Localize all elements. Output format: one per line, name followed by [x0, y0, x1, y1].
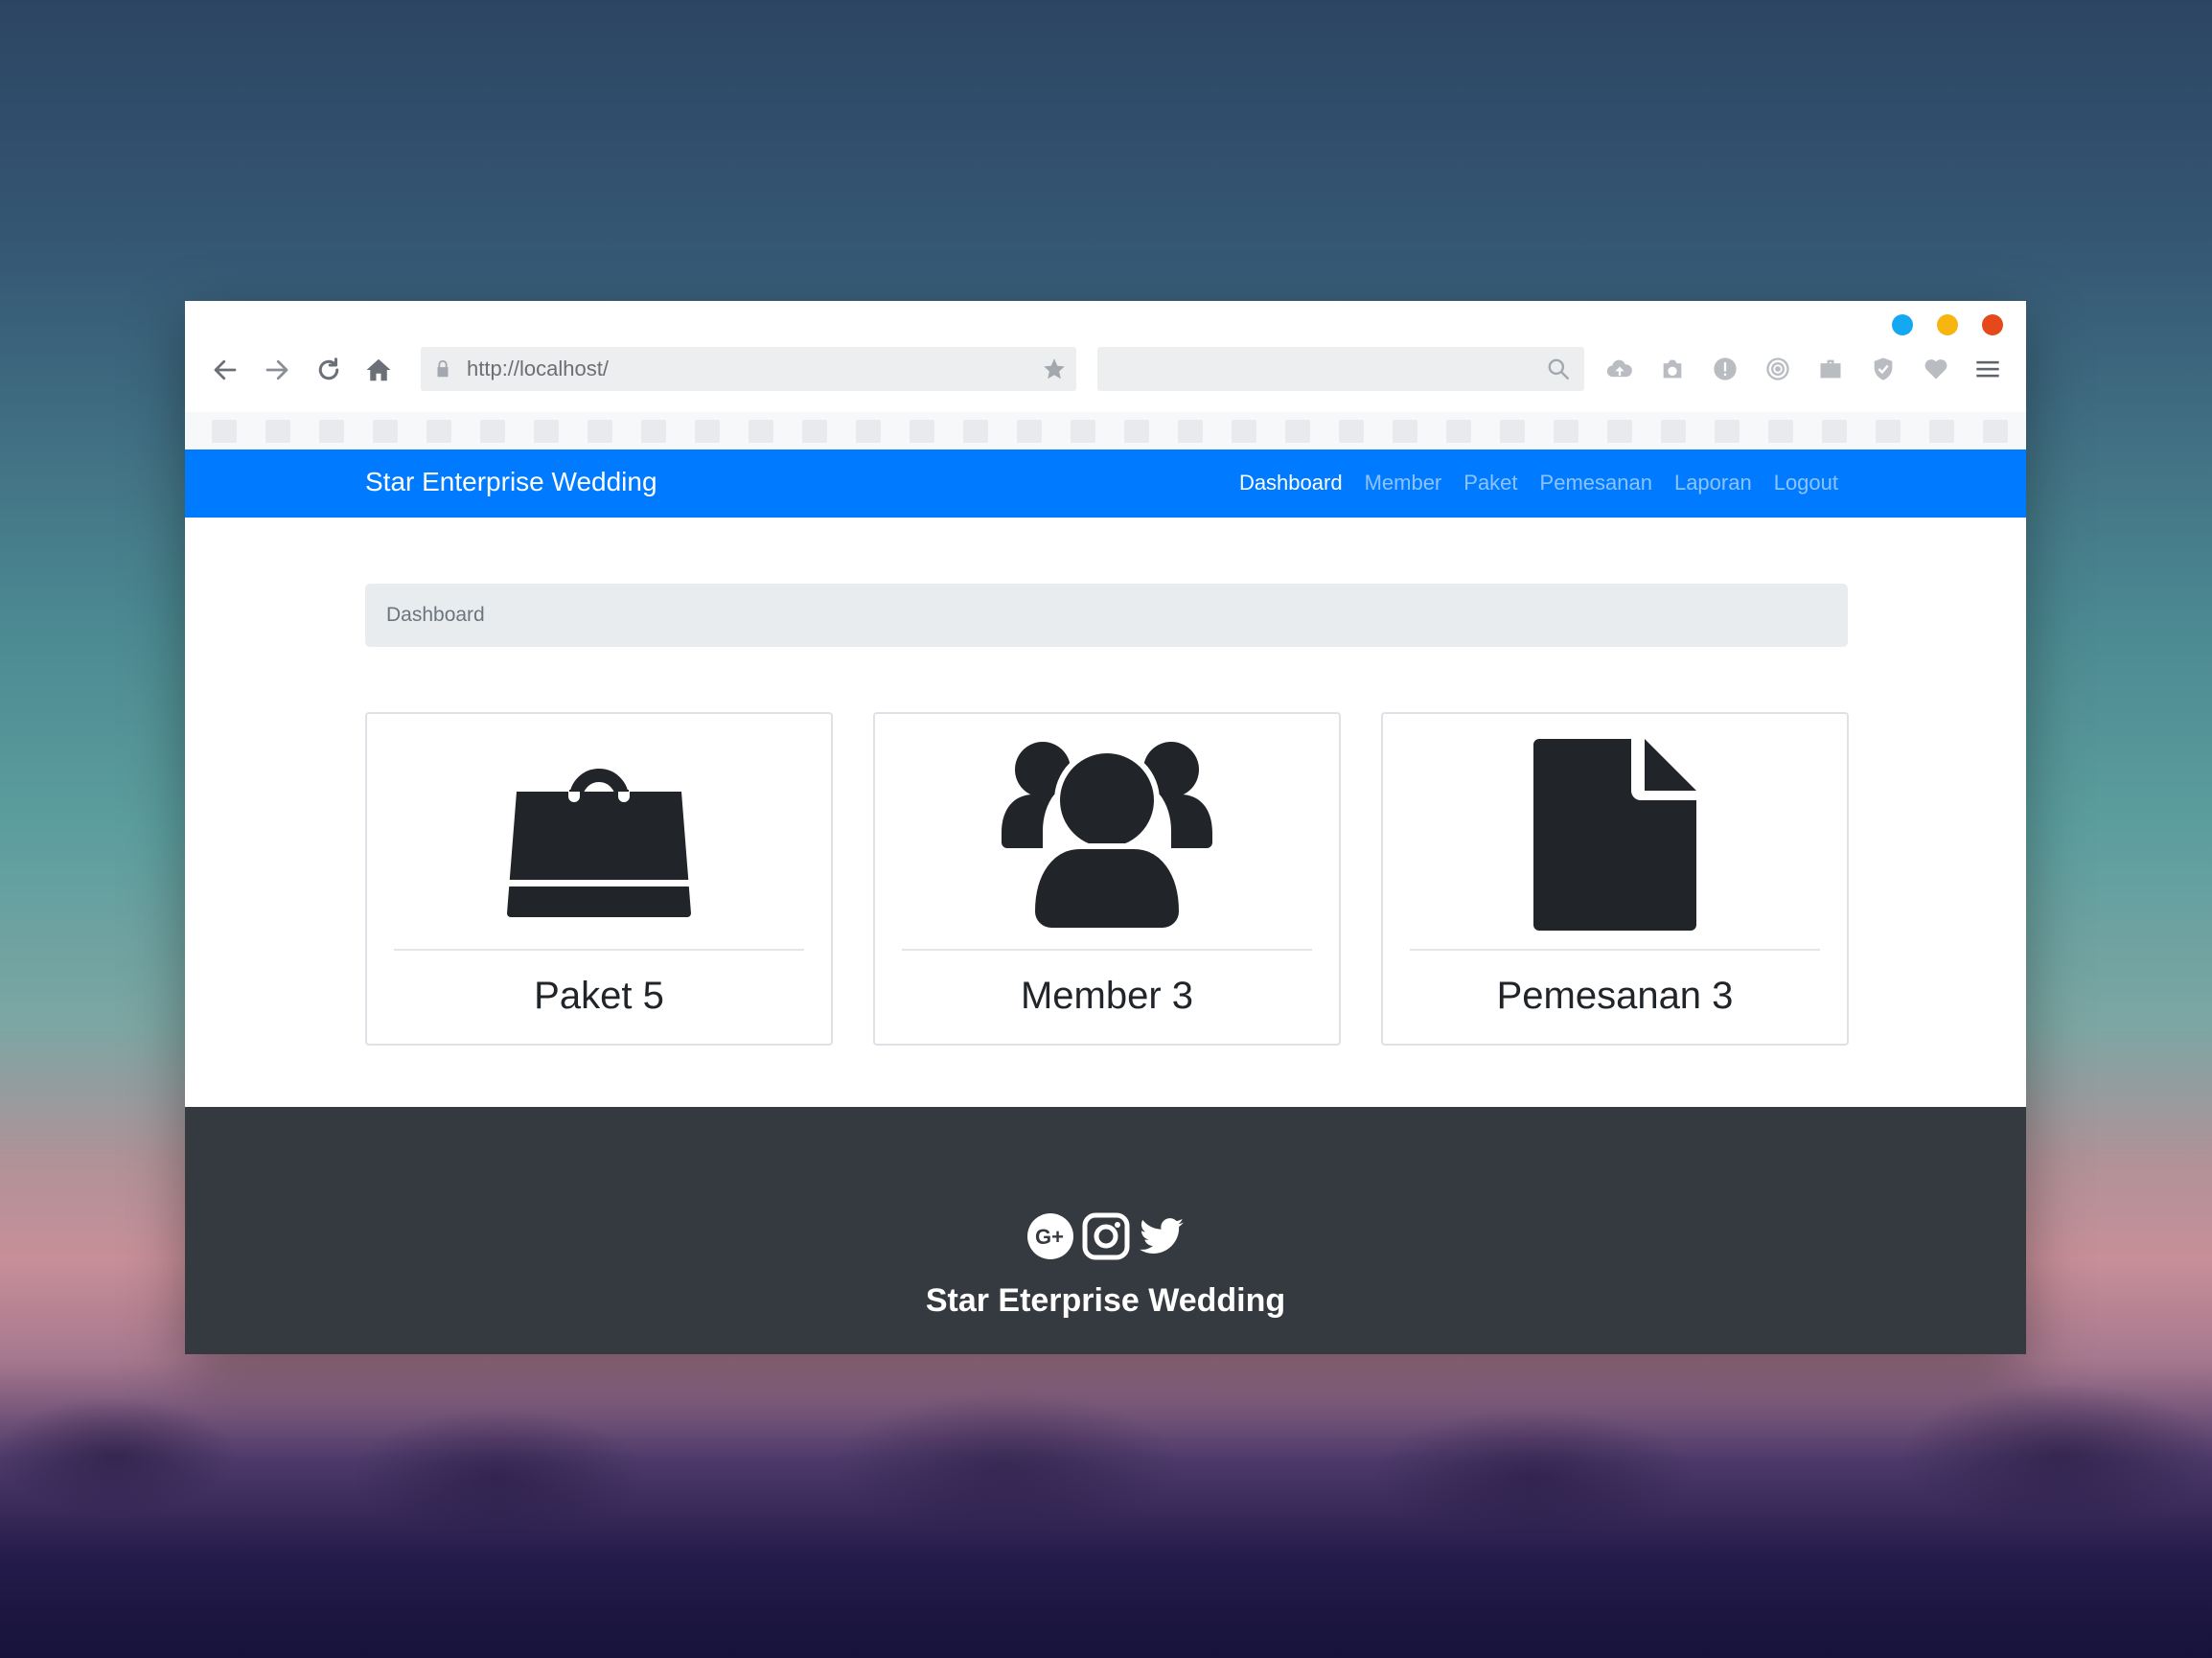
bookmark-item[interactable] — [1339, 420, 1364, 443]
bookmark-item[interactable] — [1661, 420, 1686, 443]
bookmark-item[interactable] — [265, 420, 290, 443]
card-paket[interactable]: Paket 5 — [365, 712, 833, 1046]
nav-member[interactable]: Member — [1365, 471, 1442, 495]
bookmark-item[interactable] — [1822, 420, 1847, 443]
bookmark-item[interactable] — [1768, 420, 1793, 443]
card-divider — [902, 949, 1312, 951]
bookmark-item[interactable] — [910, 420, 934, 443]
bookmark-item[interactable] — [1232, 420, 1256, 443]
nav-dashboard[interactable]: Dashboard — [1239, 471, 1343, 495]
window-dot-blue[interactable] — [1892, 314, 1913, 335]
bookmark-item[interactable] — [1983, 420, 2008, 443]
bookmark-item[interactable] — [1554, 420, 1578, 443]
bookmark-item[interactable] — [212, 420, 237, 443]
cloud-upload-icon[interactable] — [1605, 355, 1634, 383]
card-label: Member 3 — [1020, 975, 1194, 1017]
window-controls — [1892, 314, 2003, 335]
nav-laporan[interactable]: Laporan — [1674, 471, 1752, 495]
bookmark-item[interactable] — [802, 420, 827, 443]
bookmark-item[interactable] — [1124, 420, 1149, 443]
bookmark-item[interactable] — [1929, 420, 1954, 443]
window-dot-red[interactable] — [1982, 314, 2003, 335]
social-links: G+ — [185, 1212, 2026, 1260]
bookmark-item[interactable] — [1071, 420, 1095, 443]
card-divider — [1410, 949, 1820, 951]
instagram-icon[interactable] — [1082, 1212, 1130, 1260]
window-dot-yellow[interactable] — [1937, 314, 1958, 335]
search-bar[interactable] — [1097, 347, 1584, 391]
bookmark-star-icon[interactable] — [1042, 357, 1067, 381]
bookmark-item[interactable] — [963, 420, 988, 443]
card-pemesanan[interactable]: Pemesanan 3 — [1381, 712, 1849, 1046]
breadcrumb-item: Dashboard — [386, 604, 485, 626]
bookmark-item[interactable] — [1285, 420, 1310, 443]
card-label: Paket 5 — [534, 975, 664, 1017]
footer-title: Star Eterprise Wedding — [925, 1282, 1286, 1319]
users-icon — [875, 739, 1339, 931]
card-divider — [394, 949, 804, 951]
shield-icon[interactable] — [1869, 355, 1898, 383]
nav-pemesanan[interactable]: Pemesanan — [1540, 471, 1652, 495]
twitter-icon[interactable] — [1138, 1212, 1186, 1260]
bookmark-item[interactable] — [480, 420, 505, 443]
search-icon — [1548, 358, 1569, 380]
site-navbar: Star Enterprise Wedding Dashboard Member… — [185, 449, 2026, 518]
briefcase-icon[interactable] — [1816, 355, 1845, 383]
bookmark-item[interactable] — [1017, 420, 1042, 443]
alert-icon[interactable] — [1711, 355, 1740, 383]
breadcrumb: Dashboard — [365, 584, 1848, 647]
bookmark-item[interactable] — [1500, 420, 1525, 443]
nav-links: Dashboard Member Paket Pemesanan Laporan… — [1239, 471, 1838, 495]
card-member[interactable]: Member 3 — [873, 712, 1341, 1046]
bookmark-item[interactable] — [588, 420, 612, 443]
google-plus-icon[interactable]: G+ — [1026, 1212, 1074, 1260]
bookmark-item[interactable] — [1607, 420, 1632, 443]
file-icon — [1383, 739, 1847, 931]
broadcast-icon[interactable] — [1763, 355, 1792, 383]
browser-chrome: http://localhost/ — [185, 301, 2026, 449]
heart-icon[interactable] — [1922, 355, 1950, 383]
site-brand[interactable]: Star Enterprise Wedding — [365, 467, 657, 497]
home-icon[interactable] — [361, 353, 396, 387]
bookmark-item[interactable] — [641, 420, 666, 443]
browser-toolbar: http://localhost/ — [185, 343, 2026, 397]
bookmark-item[interactable] — [749, 420, 773, 443]
bookmark-item[interactable] — [1715, 420, 1740, 443]
nav-paket[interactable]: Paket — [1463, 471, 1517, 495]
browser-window: http://localhost/ Star Enterprise Weddin… — [185, 301, 2026, 1354]
url-text: http://localhost/ — [467, 357, 609, 380]
camera-icon[interactable] — [1658, 355, 1687, 383]
bookmark-item[interactable] — [319, 420, 344, 443]
bookmark-item[interactable] — [426, 420, 451, 443]
shopping-bag-icon — [367, 739, 831, 931]
bookmark-item[interactable] — [534, 420, 559, 443]
bookmark-item[interactable] — [1393, 420, 1417, 443]
nav-logout[interactable]: Logout — [1774, 471, 1838, 495]
bookmark-item[interactable] — [695, 420, 720, 443]
bookmark-item[interactable] — [1876, 420, 1901, 443]
card-label: Pemesanan 3 — [1496, 975, 1734, 1017]
back-icon[interactable] — [208, 353, 242, 387]
bookmarks-bar — [185, 412, 2026, 449]
svg-text:G+: G+ — [1035, 1225, 1064, 1249]
bookmark-item[interactable] — [1446, 420, 1471, 443]
background-haze — [0, 1342, 2212, 1658]
lock-icon — [437, 359, 449, 378]
menu-icon[interactable] — [1973, 355, 2002, 383]
reload-icon[interactable] — [311, 353, 346, 387]
site-footer: G+ Star Eterprise Wedding — [185, 1107, 2026, 1354]
bookmark-item[interactable] — [856, 420, 881, 443]
address-bar[interactable]: http://localhost/ — [421, 347, 1076, 391]
bookmark-item[interactable] — [373, 420, 398, 443]
bookmark-item[interactable] — [1178, 420, 1203, 443]
forward-icon[interactable] — [260, 353, 294, 387]
